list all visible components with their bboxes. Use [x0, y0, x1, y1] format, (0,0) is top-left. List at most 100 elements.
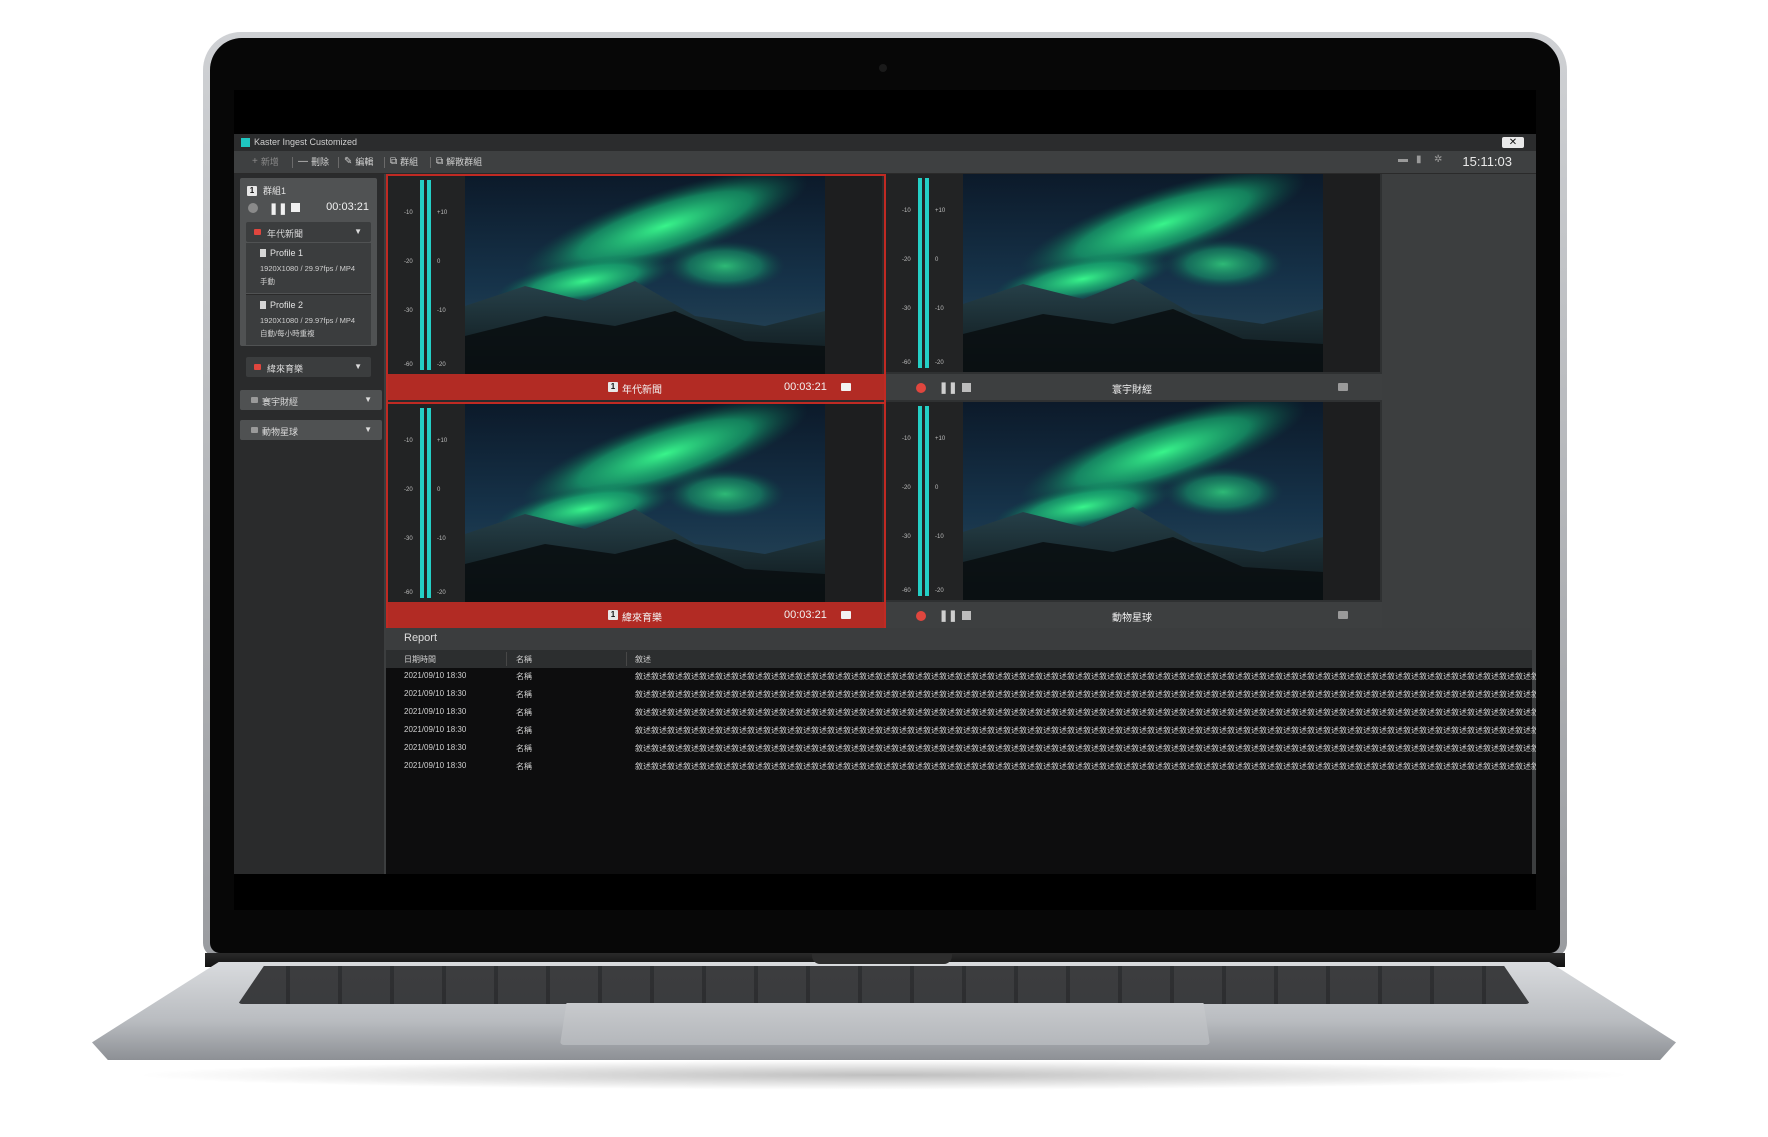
app-window: Kaster Ingest Customized ✕ + 新增 — 刪除 ✎ 編… [234, 134, 1536, 874]
video-side-area [1323, 174, 1380, 372]
table-row[interactable]: 2021/09/10 18:30 名稱 敘述敘述敘述敘述敘述敘述敘述敘述敘述敘述… [386, 758, 1536, 776]
meter-scale-label: -60 [404, 590, 413, 596]
gear-icon[interactable]: ✲ [1434, 155, 1444, 165]
video-panel[interactable]: -10 -20 -30 -60 +10 0 -10 -20 [386, 402, 886, 634]
pause-icon[interactable]: ❚❚ [939, 381, 957, 394]
meter-scale-label: -10 [902, 208, 911, 214]
close-button[interactable]: ✕ [1502, 137, 1524, 148]
ungroup-icon: ⧉ [436, 156, 444, 167]
pencil-icon: ✎ [344, 156, 353, 167]
cell-name: 名稱 [516, 744, 532, 753]
cell-description: 敘述敘述敘述敘述敘述敘述敘述敘述敘述敘述敘述敘述敘述敘述敘述敘述敘述敘述敘述敘述… [635, 708, 1536, 717]
laptop-screen: Kaster Ingest Customized ✕ + 新增 — 刪除 ✎ 編… [234, 90, 1536, 910]
meter-scale-label: -60 [404, 362, 413, 368]
video-panel[interactable]: -10 -20 -30 -60 +10 0 -10 -20 [386, 174, 886, 406]
column-divider[interactable] [506, 652, 507, 666]
profile-name-text: Profile 2 [270, 300, 304, 310]
minus-icon: — [298, 156, 308, 167]
meter-scale-label: -20 [404, 487, 413, 493]
meter-scale-label: -20 [404, 259, 413, 265]
document-icon [260, 301, 266, 309]
group-controls: ❚❚ 00:03:21 [248, 201, 373, 215]
column-divider[interactable] [626, 652, 627, 666]
panel-channel-name: 緯來育樂 [622, 613, 662, 624]
ungroup-button[interactable]: ⧉ 解散群組 [436, 155, 482, 168]
video-preview [465, 176, 825, 374]
video-panel[interactable]: -10 -20 -30 -60 +10 0 -10 -20 [886, 174, 1382, 402]
folder-icon[interactable]: ▬ [1398, 155, 1408, 165]
panel-channel-name: 年代新聞 [622, 385, 662, 396]
chevron-down-icon[interactable]: ▼ [364, 425, 372, 434]
toolbar-divider [430, 157, 431, 168]
add-button[interactable]: + 新增 [252, 155, 279, 168]
chevron-down-icon[interactable]: ▼ [354, 227, 362, 236]
title-bar: Kaster Ingest Customized ✕ [234, 134, 1536, 151]
record-icon[interactable] [916, 611, 926, 621]
window-title: Kaster Ingest Customized [254, 137, 358, 147]
chevron-down-icon[interactable]: ▼ [354, 362, 362, 371]
video-side-area [825, 404, 882, 602]
group-header: 1 群組1 [247, 184, 286, 197]
cell-datetime: 2021/09/10 18:30 [404, 689, 467, 698]
table-row[interactable]: 2021/09/10 18:30 名稱 敘述敘述敘述敘述敘述敘述敘述敘述敘述敘述… [386, 740, 1536, 758]
add-label: 新增 [260, 157, 279, 167]
table-row[interactable]: 2021/09/10 18:30 名稱 敘述敘述敘述敘述敘述敘述敘述敘述敘述敘述… [386, 686, 1536, 704]
video-preview [465, 404, 825, 602]
cell-name: 名稱 [516, 762, 532, 771]
column-header-description[interactable]: 敘述 [635, 654, 651, 665]
profile-item[interactable]: Profile 1 1920X1080 / 29.97fps / MP4 手動 [246, 243, 371, 293]
group-channel-b[interactable]: 緯來育樂 ▼ [246, 357, 371, 377]
meter-scale-label: -10 [437, 308, 446, 314]
table-row[interactable]: 2021/09/10 18:30 名稱 敘述敘述敘述敘述敘述敘述敘述敘述敘述敘述… [386, 704, 1536, 722]
panel-timer: 00:03:21 [784, 381, 827, 393]
camera-icon[interactable] [1338, 611, 1348, 619]
group-icon: ⧉ [390, 156, 398, 167]
chevron-down-icon[interactable]: ▼ [364, 395, 372, 404]
audio-level-bar [925, 178, 929, 368]
plus-icon: + [252, 156, 258, 167]
table-row[interactable]: 2021/09/10 18:30 名稱 敘述敘述敘述敘述敘述敘述敘述敘述敘述敘述… [386, 722, 1536, 740]
group-button[interactable]: ⧉ 群組 [390, 155, 418, 168]
meter-scale-label: -30 [902, 306, 911, 312]
panel-channel-name: 寰宇財經 [1112, 385, 1152, 396]
cell-description: 敘述敘述敘述敘述敘述敘述敘述敘述敘述敘述敘述敘述敘述敘述敘述敘述敘述敘述敘述敘述… [635, 744, 1536, 753]
meter-scale-label: +10 [935, 436, 946, 442]
delete-button[interactable]: — 刪除 [298, 155, 329, 168]
trash-icon[interactable]: ▮ [1416, 155, 1426, 165]
panel-status-bar: 1 年代新聞 00:03:21 [388, 374, 884, 400]
stop-icon[interactable] [962, 383, 971, 392]
video-panel[interactable]: -10 -20 -30 -60 +10 0 -10 -20 [886, 402, 1382, 630]
panel-badge: 1 [608, 610, 618, 620]
column-header-datetime[interactable]: 日期時間 [404, 654, 436, 665]
profile-item[interactable]: Profile 2 1920X1080 / 29.97fps / MP4 自動/… [246, 295, 371, 345]
edit-button[interactable]: ✎ 編輯 [344, 155, 373, 168]
cell-datetime: 2021/09/10 18:30 [404, 725, 467, 734]
camera-icon[interactable] [841, 611, 851, 619]
table-row[interactable]: 2021/09/10 18:30 名稱 敘述敘述敘述敘述敘述敘述敘述敘述敘述敘述… [386, 668, 1536, 686]
app-logo-icon [241, 138, 250, 147]
pause-icon[interactable]: ❚❚ [939, 609, 957, 622]
stop-icon[interactable] [962, 611, 971, 620]
group-channel-a[interactable]: 年代新聞 ▼ [246, 222, 371, 242]
group-card[interactable]: 1 群組1 ❚❚ 00:03:21 年代新聞 ▼ Profile 1 1920X… [240, 178, 377, 346]
cell-datetime: 2021/09/10 18:30 [404, 671, 467, 680]
group-badge: 1 [247, 185, 257, 196]
camera-icon [251, 397, 258, 403]
ungroup-label: 解散群組 [446, 157, 483, 167]
panel-status-bar: ❚❚ 寰宇財經 [886, 374, 1382, 400]
meter-scale-label: +10 [935, 208, 946, 214]
pause-icon[interactable]: ❚❚ [269, 202, 287, 215]
channel-item[interactable]: 寰宇財經 ▼ [240, 390, 382, 410]
lid-notch [812, 954, 952, 964]
camera-icon[interactable] [1338, 383, 1348, 391]
record-icon[interactable] [248, 203, 258, 213]
camera-icon[interactable] [841, 383, 851, 391]
panel-badge: 1 [608, 382, 618, 392]
channel-item[interactable]: 動物星球 ▼ [240, 420, 382, 440]
record-icon[interactable] [916, 383, 926, 393]
cell-name: 名稱 [516, 708, 532, 717]
column-header-name[interactable]: 名稱 [516, 654, 532, 665]
group-timer: 00:03:21 [326, 201, 369, 213]
stop-icon[interactable] [291, 203, 300, 212]
meter-scale-label: -10 [935, 306, 944, 312]
